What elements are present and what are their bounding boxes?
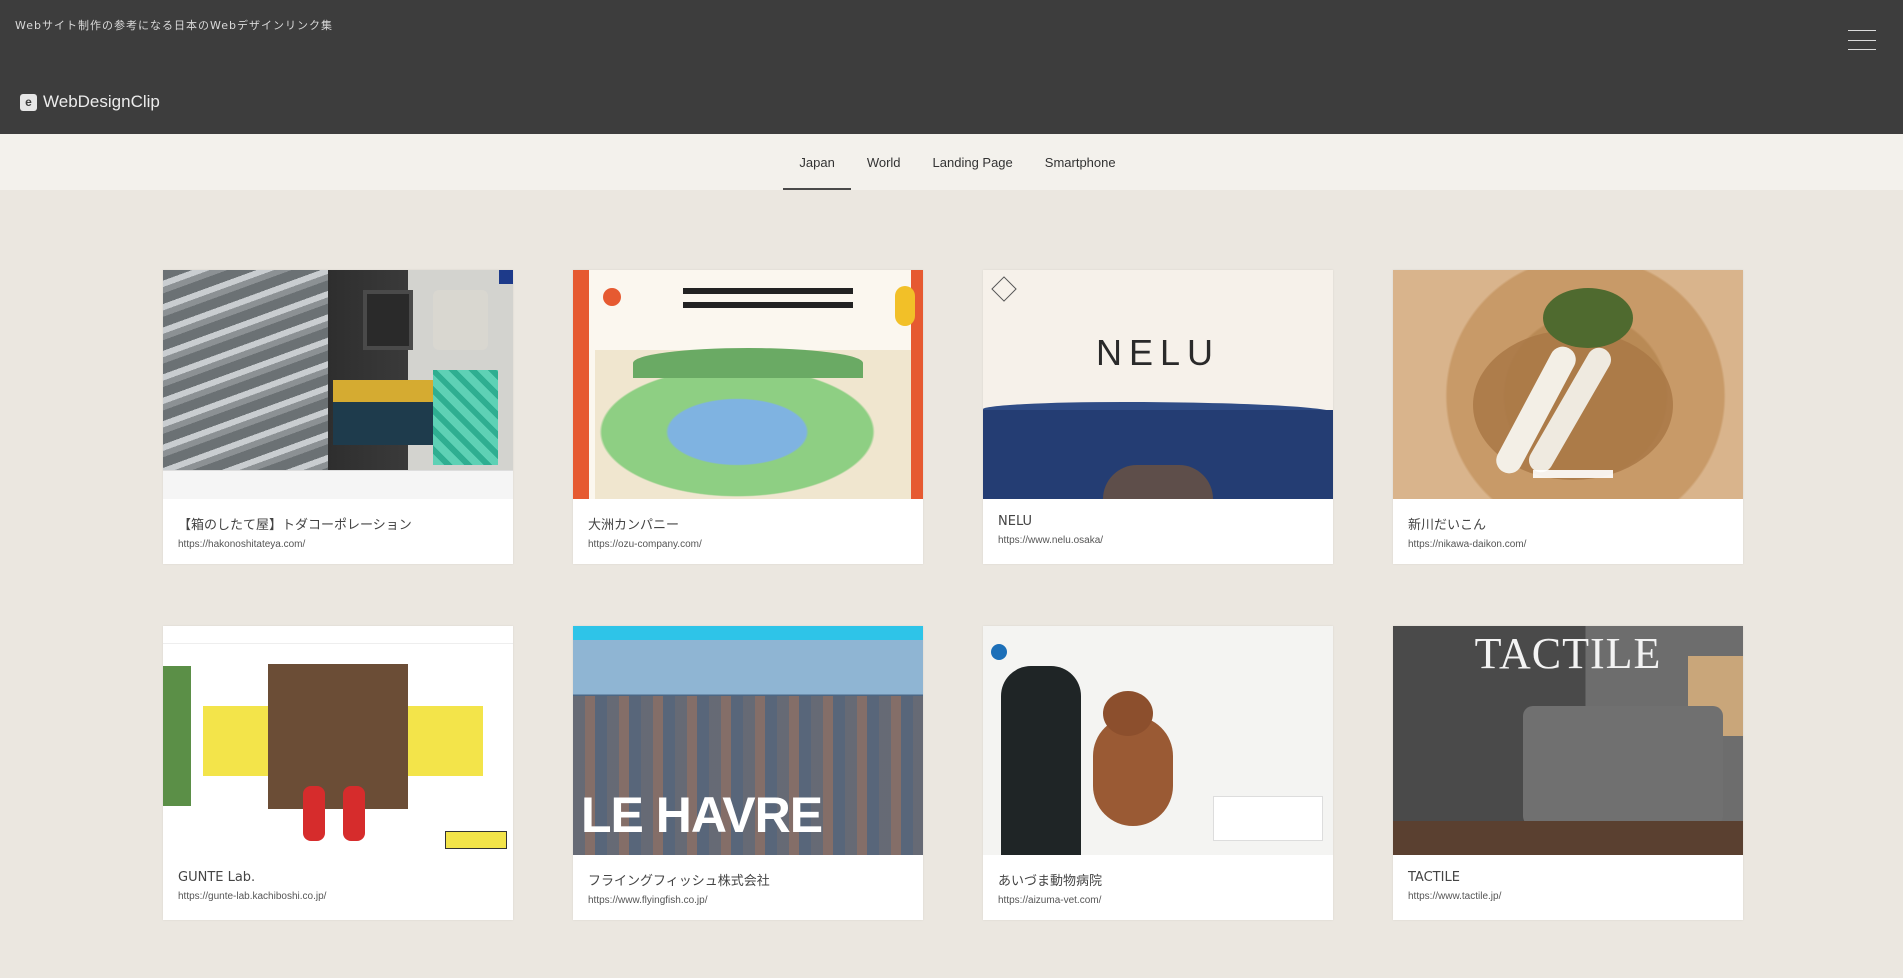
site-thumbnail[interactable] xyxy=(573,270,923,499)
site-url: https://aizuma-vet.com/ xyxy=(998,895,1102,906)
site-card[interactable]: 大洲カンパニー https://ozu-company.com/ xyxy=(573,270,923,564)
site-thumbnail[interactable] xyxy=(163,626,513,855)
site-title[interactable]: TACTILE xyxy=(1393,855,1743,885)
site-url: https://www.tactile.jp/ xyxy=(1408,891,1502,902)
hamburger-menu-button[interactable] xyxy=(1848,30,1876,50)
thumbnail-wordmark: TACTILE xyxy=(1474,629,1662,678)
site-url: https://www.flyingfish.co.jp/ xyxy=(588,895,708,906)
site-title[interactable]: NELU xyxy=(983,499,1333,529)
tab-world[interactable]: World xyxy=(851,134,917,190)
site-thumbnail[interactable]: TACTILE xyxy=(1393,626,1743,855)
site-card-grid: 【箱のしたて屋】トダコーポレーション https://hakonoshitate… xyxy=(163,270,1743,920)
site-url: https://hakonoshitateya.com/ xyxy=(178,539,306,550)
site-card[interactable]: LE HAVRE フライングフィッシュ株式会社 https://www.flyi… xyxy=(573,626,923,920)
logo-text: WebDesignClip xyxy=(43,92,160,111)
site-title[interactable]: 大洲カンパニー xyxy=(573,499,923,533)
site-url: https://ozu-company.com/ xyxy=(588,539,702,550)
site-url: https://www.nelu.osaka/ xyxy=(998,535,1104,546)
site-card[interactable]: TACTILE TACTILE https://www.tactile.jp/ xyxy=(1393,626,1743,920)
site-header: Webサイト制作の参考になる日本のWebデザインリンク集 e WebDesign… xyxy=(0,0,1903,134)
thumbnail-wordmark: NELU xyxy=(1095,332,1221,373)
site-card[interactable]: GUNTE Lab. https://gunte-lab.kachiboshi.… xyxy=(163,626,513,920)
category-nav: Japan World Landing Page Smartphone xyxy=(0,134,1903,190)
site-title[interactable]: GUNTE Lab. xyxy=(163,855,513,885)
site-title[interactable]: あいづま動物病院 xyxy=(983,855,1333,889)
site-logo[interactable]: e WebDesignClip xyxy=(20,92,160,112)
webdesignclip-logo-icon: e xyxy=(20,93,37,111)
tab-landing-page[interactable]: Landing Page xyxy=(917,134,1029,190)
site-tagline: Webサイト制作の参考になる日本のWebデザインリンク集 xyxy=(15,19,333,32)
tab-japan[interactable]: Japan xyxy=(783,134,852,190)
site-card[interactable]: 新川だいこん https://nikawa-daikon.com/ xyxy=(1393,270,1743,564)
site-card[interactable]: あいづま動物病院 https://aizuma-vet.com/ xyxy=(983,626,1333,920)
site-thumbnail[interactable]: LE HAVRE xyxy=(573,626,923,855)
site-title[interactable]: 新川だいこん xyxy=(1393,499,1743,533)
site-url: https://nikawa-daikon.com/ xyxy=(1408,539,1527,550)
site-title[interactable]: 【箱のしたて屋】トダコーポレーション xyxy=(163,499,513,533)
thumbnail-wordmark: LE HAVRE xyxy=(581,787,823,843)
site-url: https://gunte-lab.kachiboshi.co.jp/ xyxy=(178,891,327,902)
site-thumbnail[interactable] xyxy=(983,626,1333,855)
site-thumbnail[interactable] xyxy=(1393,270,1743,499)
site-card[interactable]: 【箱のしたて屋】トダコーポレーション https://hakonoshitate… xyxy=(163,270,513,564)
hamburger-icon xyxy=(1848,30,1876,31)
site-card[interactable]: NELU NELU https://www.nelu.osaka/ xyxy=(983,270,1333,564)
tab-smartphone[interactable]: Smartphone xyxy=(1029,134,1132,190)
site-title[interactable]: フライングフィッシュ株式会社 xyxy=(573,855,923,889)
site-thumbnail[interactable] xyxy=(163,270,513,499)
site-thumbnail[interactable]: NELU xyxy=(983,270,1333,499)
